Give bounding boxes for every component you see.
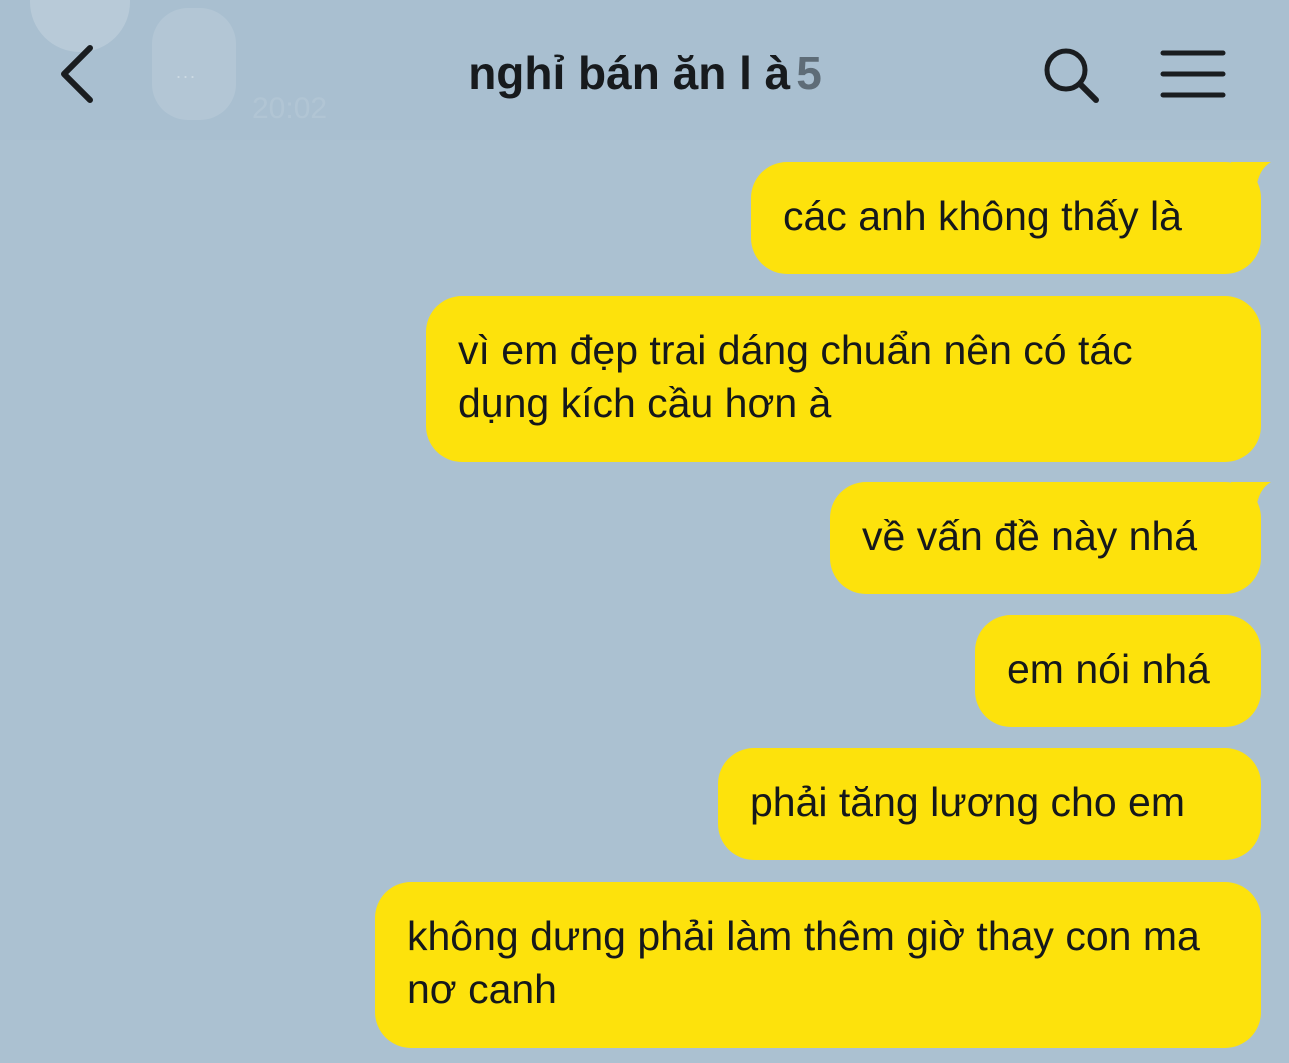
- message-text: em nói nhá: [1007, 646, 1210, 692]
- message-bubble[interactable]: về vấn đề này nhá: [830, 482, 1271, 594]
- chat-room-name: nghỉ bán ăn l à: [468, 47, 791, 99]
- search-button[interactable]: [1040, 44, 1104, 108]
- background-typing-dots: ...: [176, 62, 198, 82]
- message-bubble[interactable]: em nói nhá: [975, 615, 1261, 727]
- message-text: các anh không thấy là: [783, 193, 1182, 239]
- bubble-tail: [1231, 482, 1271, 516]
- message-text: về vấn đề này nhá: [862, 513, 1198, 559]
- message-bubble[interactable]: phải tăng lương cho em: [718, 748, 1261, 860]
- hamburger-menu-icon: [1160, 50, 1226, 98]
- menu-button[interactable]: [1158, 46, 1228, 106]
- message-bubble[interactable]: vì em đẹp trai dáng chuẩn nên có tác dụn…: [426, 296, 1261, 462]
- chat-title: nghỉ bán ăn l à5: [380, 46, 910, 100]
- search-icon: [1044, 48, 1099, 103]
- background-timestamp: 20:02: [252, 92, 328, 125]
- bubble-tail: [1231, 162, 1271, 196]
- back-button[interactable]: [52, 42, 108, 106]
- message-bubble[interactable]: các anh không thấy là: [751, 162, 1271, 274]
- message-text: vì em đẹp trai dáng chuẩn nên có tác dụn…: [458, 327, 1133, 426]
- message-text: phải tăng lương cho em: [750, 779, 1185, 825]
- message-text: không dưng phải làm thêm giờ thay con ma…: [407, 913, 1200, 1012]
- chevron-left-icon: [61, 45, 93, 103]
- member-count: 5: [796, 47, 822, 99]
- chat-header: ... 20:02 nghỉ bán ăn l à5: [0, 0, 1289, 140]
- message-bubble[interactable]: không dưng phải làm thêm giờ thay con ma…: [375, 882, 1261, 1048]
